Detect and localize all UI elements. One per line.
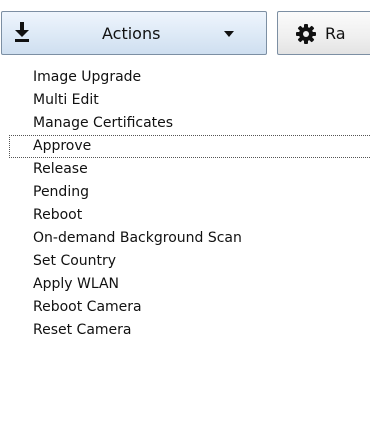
menu-item-manage-certificates[interactable]: Manage Certificates bbox=[0, 112, 370, 135]
gear-icon bbox=[296, 24, 316, 44]
secondary-button-label: Ra bbox=[325, 24, 346, 43]
menu-item-reboot[interactable]: Reboot bbox=[0, 204, 370, 227]
actions-menu: Image Upgrade Multi Edit Manage Certific… bbox=[0, 66, 370, 342]
actions-button-label: Actions bbox=[102, 24, 161, 43]
caret-down-icon bbox=[224, 31, 234, 37]
menu-item-reboot-camera[interactable]: Reboot Camera bbox=[0, 296, 370, 319]
secondary-toolbar-button[interactable]: Ra bbox=[277, 11, 370, 55]
actions-menu-screen: Actions Ra Image Upgrade Multi Edit Mana… bbox=[0, 0, 370, 423]
menu-item-multi-edit[interactable]: Multi Edit bbox=[0, 89, 370, 112]
menu-item-reset-camera[interactable]: Reset Camera bbox=[0, 319, 370, 342]
download-icon bbox=[15, 22, 29, 42]
menu-item-set-country[interactable]: Set Country bbox=[0, 250, 370, 273]
menu-item-approve[interactable]: Approve bbox=[0, 135, 370, 158]
menu-item-pending[interactable]: Pending bbox=[0, 181, 370, 204]
actions-dropdown-button[interactable]: Actions bbox=[1, 11, 267, 55]
menu-item-apply-wlan[interactable]: Apply WLAN bbox=[0, 273, 370, 296]
menu-item-image-upgrade[interactable]: Image Upgrade bbox=[0, 66, 370, 89]
menu-item-release[interactable]: Release bbox=[0, 158, 370, 181]
menu-item-on-demand-background-scan[interactable]: On-demand Background Scan bbox=[0, 227, 370, 250]
